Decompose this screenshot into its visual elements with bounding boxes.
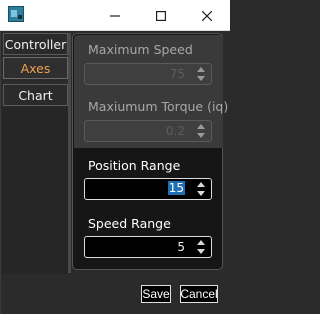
max-speed-value: 75 xyxy=(169,67,185,81)
arrow-up-icon xyxy=(197,124,205,129)
save-button[interactable]: Save xyxy=(141,285,171,303)
maximize-button[interactable] xyxy=(138,0,184,31)
cancel-button[interactable]: Cancel xyxy=(180,285,218,303)
speed-range-spinbox[interactable]: 5 xyxy=(84,236,212,258)
speed-range-label: Speed Range xyxy=(88,216,171,231)
tab-chart[interactable]: Chart xyxy=(3,84,68,106)
position-range-value[interactable]: 15 xyxy=(167,181,185,195)
arrow-up-icon[interactable] xyxy=(197,182,205,187)
splitter[interactable] xyxy=(68,33,71,273)
speed-range-value[interactable]: 5 xyxy=(177,240,185,254)
position-range-spinbox[interactable]: 15 xyxy=(84,178,212,200)
arrow-up-icon[interactable] xyxy=(197,240,205,245)
tab-controller[interactable]: Controller xyxy=(3,33,68,55)
arrow-down-icon xyxy=(197,133,205,138)
minimize-button[interactable] xyxy=(92,0,138,31)
spin-arrows[interactable] xyxy=(197,239,206,256)
position-range-label: Position Range xyxy=(88,158,181,173)
arrow-down-icon[interactable] xyxy=(197,249,205,254)
max-torque-spinbox: 0.2 xyxy=(84,120,212,142)
minimize-icon xyxy=(110,14,120,17)
spin-arrows xyxy=(197,123,206,140)
max-speed-label: Maximum Speed xyxy=(88,42,193,57)
max-torque-label: Maxiumum Torque (iq) xyxy=(88,99,229,114)
arrow-up-icon xyxy=(197,67,205,72)
close-button[interactable] xyxy=(184,0,230,31)
window-border xyxy=(0,31,1,314)
arrow-down-icon xyxy=(197,76,205,81)
arrow-down-icon[interactable] xyxy=(197,191,205,196)
max-speed-spinbox: 75 xyxy=(84,63,212,85)
tab-list-area xyxy=(2,107,69,274)
spin-arrows[interactable] xyxy=(197,181,206,198)
title-bar xyxy=(0,0,230,31)
close-icon xyxy=(202,10,212,21)
tab-axes[interactable]: Axes xyxy=(3,57,68,79)
app-icon xyxy=(8,6,24,22)
maximize-icon xyxy=(156,10,166,21)
max-torque-value: 0.2 xyxy=(165,124,185,138)
spin-arrows xyxy=(197,66,206,83)
